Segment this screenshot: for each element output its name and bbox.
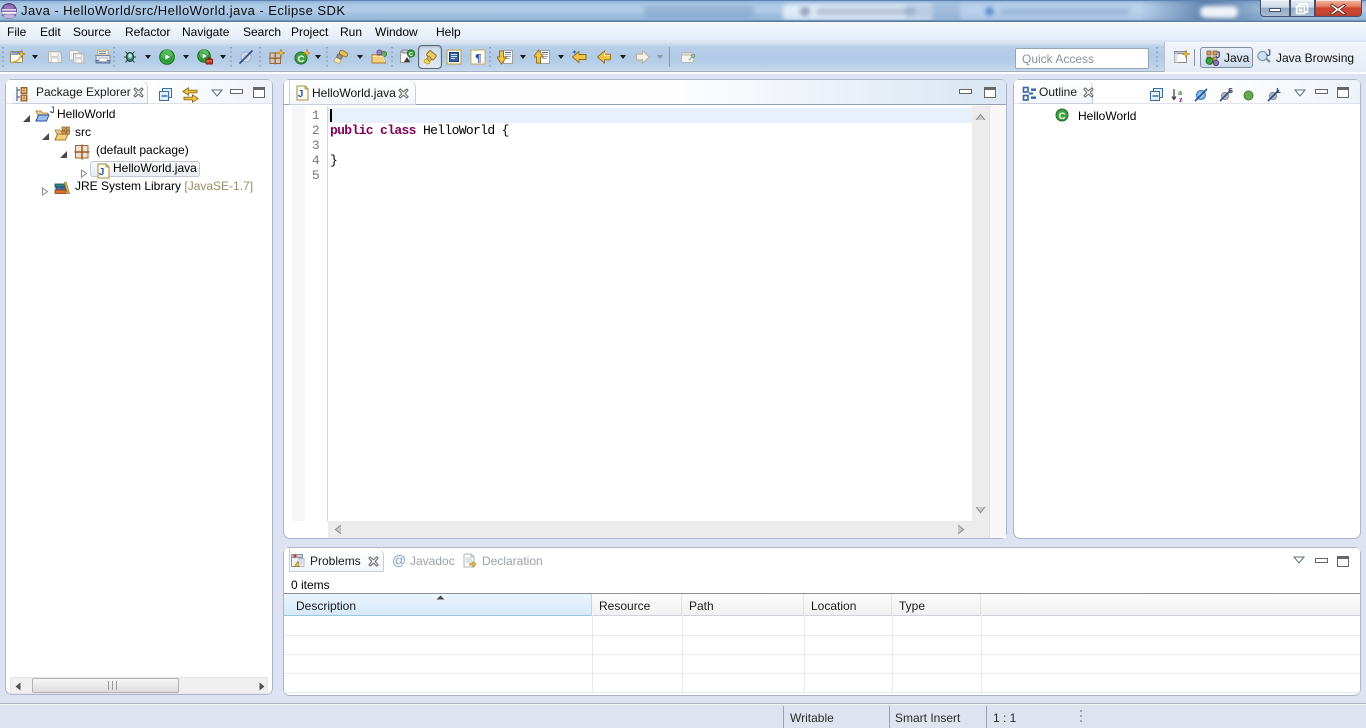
svg-text:J: J: [1215, 50, 1220, 60]
svg-text:z: z: [1179, 95, 1183, 103]
svg-text:J: J: [298, 89, 304, 100]
svg-text:C: C: [409, 52, 413, 58]
svg-text:J: J: [1266, 49, 1271, 58]
svg-text:J: J: [50, 106, 54, 115]
svg-text:C: C: [298, 54, 305, 65]
svg-text:S: S: [1228, 87, 1233, 95]
svg-text:J: J: [99, 167, 105, 178]
svg-text:L: L: [1276, 87, 1281, 95]
svg-text:C: C: [1059, 111, 1066, 122]
svg-text:¶: ¶: [475, 51, 481, 65]
